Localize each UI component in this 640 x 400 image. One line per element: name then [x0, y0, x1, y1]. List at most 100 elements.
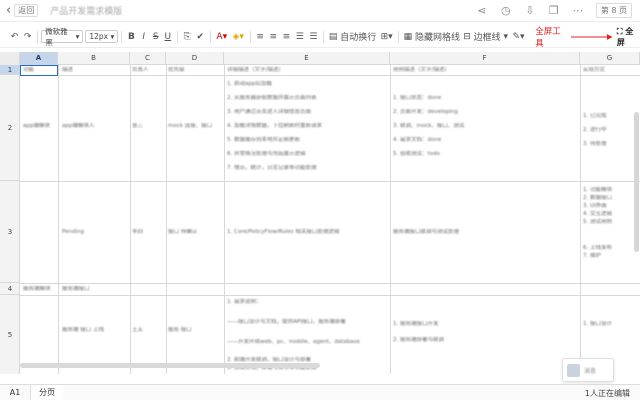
spreadsheet-grid[interactable]: A B C D E F G 1 2 3 4 5 6	[0, 52, 640, 374]
column-header-b[interactable]: B	[58, 52, 130, 65]
formatting-toolbar: ↶ ↷ 微软雅黑 ▾ 12px ▾ B I S U ⎘ ✔ A▾ ◈▾ ≡ ≡ …	[0, 26, 640, 49]
download-icon[interactable]: ⇩	[524, 4, 536, 17]
clock-icon[interactable]: ◷	[500, 4, 512, 17]
cell-b5[interactable]: 服务端 接口 上线	[62, 327, 128, 334]
cell-f2-line[interactable]: 1. 接口状态：done	[393, 95, 577, 102]
cell-b4[interactable]: 服务端接口	[62, 286, 128, 293]
cell-g2-line[interactable]: 1. 已完成	[583, 113, 639, 120]
cell-e5-line[interactable]: 1. 需求说明：	[227, 299, 387, 306]
row-header-2[interactable]: 2	[0, 75, 20, 181]
underline-icon[interactable]: U	[162, 29, 174, 45]
row-header-4[interactable]: 4	[0, 283, 20, 295]
strikethrough-icon[interactable]: S	[150, 29, 162, 45]
align-middle-icon[interactable]: ☰	[307, 29, 321, 45]
cell-c5[interactable]: 王五	[132, 327, 165, 334]
font-color-icon[interactable]: A▾	[214, 29, 230, 45]
column-header-a[interactable]: A	[20, 52, 58, 65]
edit-icon[interactable]: ✎▾	[510, 29, 527, 45]
merge-cells-icon[interactable]: ⊞▾	[378, 29, 395, 45]
row-header-5[interactable]: 5	[0, 295, 20, 374]
cell-e2-line[interactable]: 6. 异常情况处理与兜底展示逻辑	[227, 151, 387, 158]
cell-g3-line[interactable]: 4. 交互逻辑	[583, 211, 639, 218]
align-center-icon[interactable]: ≡	[267, 29, 280, 45]
cell-a2[interactable]: app端模块	[23, 123, 57, 130]
cell-d3[interactable]: 接口 待确认	[168, 229, 223, 236]
cell-g3-line[interactable]: 3. UI界面	[583, 203, 639, 210]
cell-e5-line[interactable]: ——接口设计与文档，提供API接口，服务端部署	[227, 319, 387, 326]
font-family-select[interactable]: 微软雅黑 ▾	[41, 27, 84, 47]
fullscreen-button[interactable]: ⛶ 全屏	[617, 26, 640, 48]
cell-d2[interactable]: mock 连接、接口	[168, 123, 223, 130]
cell-c2[interactable]: 张三	[132, 123, 165, 130]
cell-f3[interactable]: 服务端接口联调与测试处理	[393, 229, 577, 236]
horizontal-scrollbar[interactable]	[20, 363, 320, 368]
chat-widget[interactable]: 消息	[562, 358, 614, 382]
redo-icon[interactable]: ↷	[21, 29, 34, 45]
align-top-icon[interactable]: ☰	[293, 29, 307, 45]
cell-a4[interactable]: 服务端模块	[23, 286, 57, 293]
column-header-d[interactable]: D	[166, 52, 224, 65]
cell-b2[interactable]: app端模块入	[62, 123, 128, 130]
cell-f2-line[interactable]: 5. 验收测试：todo	[393, 151, 577, 158]
back-button[interactable]: ‹ 返回	[6, 3, 39, 18]
cell-b3[interactable]: Pending	[62, 229, 128, 236]
format-painter-icon[interactable]: ⎘	[181, 29, 194, 45]
cell-e2-line[interactable]: 5. 数据缓存到本地并定期更新	[227, 137, 387, 144]
cell-e2-line[interactable]: 4. 加载详情数据，下拉刷新时重新请求	[227, 123, 387, 130]
chevron-left-icon: ‹	[6, 3, 12, 18]
copy-icon[interactable]: ❐	[548, 4, 560, 17]
column-header-f[interactable]: F	[390, 52, 580, 65]
cell-e1[interactable]: 详细描述（文字/描述）	[227, 67, 387, 74]
cell-f5-line[interactable]: 1. 服务端接口开发	[393, 321, 577, 328]
select-all-corner[interactable]	[0, 52, 20, 65]
vertical-scrollbar[interactable]	[634, 112, 639, 252]
bold-icon[interactable]: B	[125, 29, 138, 45]
cell-g1[interactable]: 实现方式	[583, 67, 639, 74]
cell-e5-line[interactable]: ——开发环境web、pc、mobile、agent、database	[227, 339, 387, 346]
align-left-icon[interactable]: ≡	[254, 29, 267, 45]
cell-g2-line[interactable]: 3. 待处理	[583, 141, 639, 148]
cell-g3-line[interactable]: 1. 功能模块	[583, 187, 639, 194]
cell-d5[interactable]: 服务 接口	[168, 327, 223, 334]
chat-avatar-icon	[567, 363, 580, 377]
cell-g5-line[interactable]: 1. 接口设计	[583, 321, 639, 328]
cell-f1[interactable]: 用例描述（文字/描述）	[393, 67, 577, 74]
share-icon[interactable]: ⋖	[476, 4, 488, 17]
cell-e2-line[interactable]: 7. 埋点，统计，日志记录等功能处理	[227, 165, 387, 172]
cell-g2-line[interactable]: 2. 进行中	[583, 127, 639, 134]
document-title[interactable]: 产品开发需求模版	[50, 4, 122, 17]
align-right-icon[interactable]: ≡	[280, 29, 293, 45]
clear-format-icon[interactable]: ✔	[194, 29, 207, 45]
undo-icon[interactable]: ↶	[8, 29, 21, 45]
cell-e3[interactable]: 1. Core/PolicyFlow/Rules 相关接口处理逻辑	[227, 229, 387, 236]
cell-c3[interactable]: 李四	[132, 229, 165, 236]
row-header-3[interactable]: 3	[0, 181, 20, 283]
column-header-e[interactable]: E	[224, 52, 390, 65]
cell-b1[interactable]: 描述	[62, 67, 128, 74]
column-header-g[interactable]: G	[580, 52, 640, 65]
fill-color-icon[interactable]: ◈▾	[230, 29, 247, 45]
cell-f5-line[interactable]: 2. 服务端部署与联调	[393, 337, 577, 344]
column-header-c[interactable]: C	[130, 52, 166, 65]
cell-e2-line[interactable]: 3. 用户通过点击进入详细信息页面	[227, 109, 387, 116]
cell-e2-line[interactable]: 1. 启动app后加载	[227, 81, 387, 88]
cell-f2-line[interactable]: 3. 联调、mock、接口、测试	[393, 123, 577, 130]
cell-area[interactable]: 功能 描述 负责人 优先级 详细描述（文字/描述） 用例描述（文字/描述） 实现…	[20, 65, 640, 374]
cell-g3-line[interactable]: 5. 测试用例	[583, 219, 639, 226]
sheet-tab[interactable]: 分页	[30, 384, 63, 400]
cell-f2-line[interactable]: 4. 需求文档：done	[393, 137, 577, 144]
cell-f2-line[interactable]: 2. 页面开发：developing	[393, 109, 577, 116]
auto-wrap-button[interactable]: ▤ 自动换行	[327, 29, 378, 45]
cell-g3-line[interactable]: 6. 上线发布	[583, 245, 639, 252]
cell-d1[interactable]: 优先级	[168, 67, 223, 74]
more-icon[interactable]: ⋯	[572, 4, 584, 17]
cell-g3-line[interactable]: 2. 数据接口	[583, 195, 639, 202]
border-button[interactable]: ⊟ 边框线 ▾	[461, 29, 509, 45]
italic-icon[interactable]: I	[138, 29, 150, 45]
row-header-1[interactable]: 1	[0, 65, 20, 75]
cell-g3-line[interactable]: 7. 维护	[583, 253, 639, 260]
cell-e2-line[interactable]: 2. 从服务器获取数据并展示页面列表	[227, 95, 387, 102]
hide-gridlines-button[interactable]: ▦ 隐藏网格线	[402, 29, 461, 45]
font-size-select[interactable]: 12px ▾	[85, 30, 119, 43]
cell-c1[interactable]: 负责人	[132, 67, 165, 74]
